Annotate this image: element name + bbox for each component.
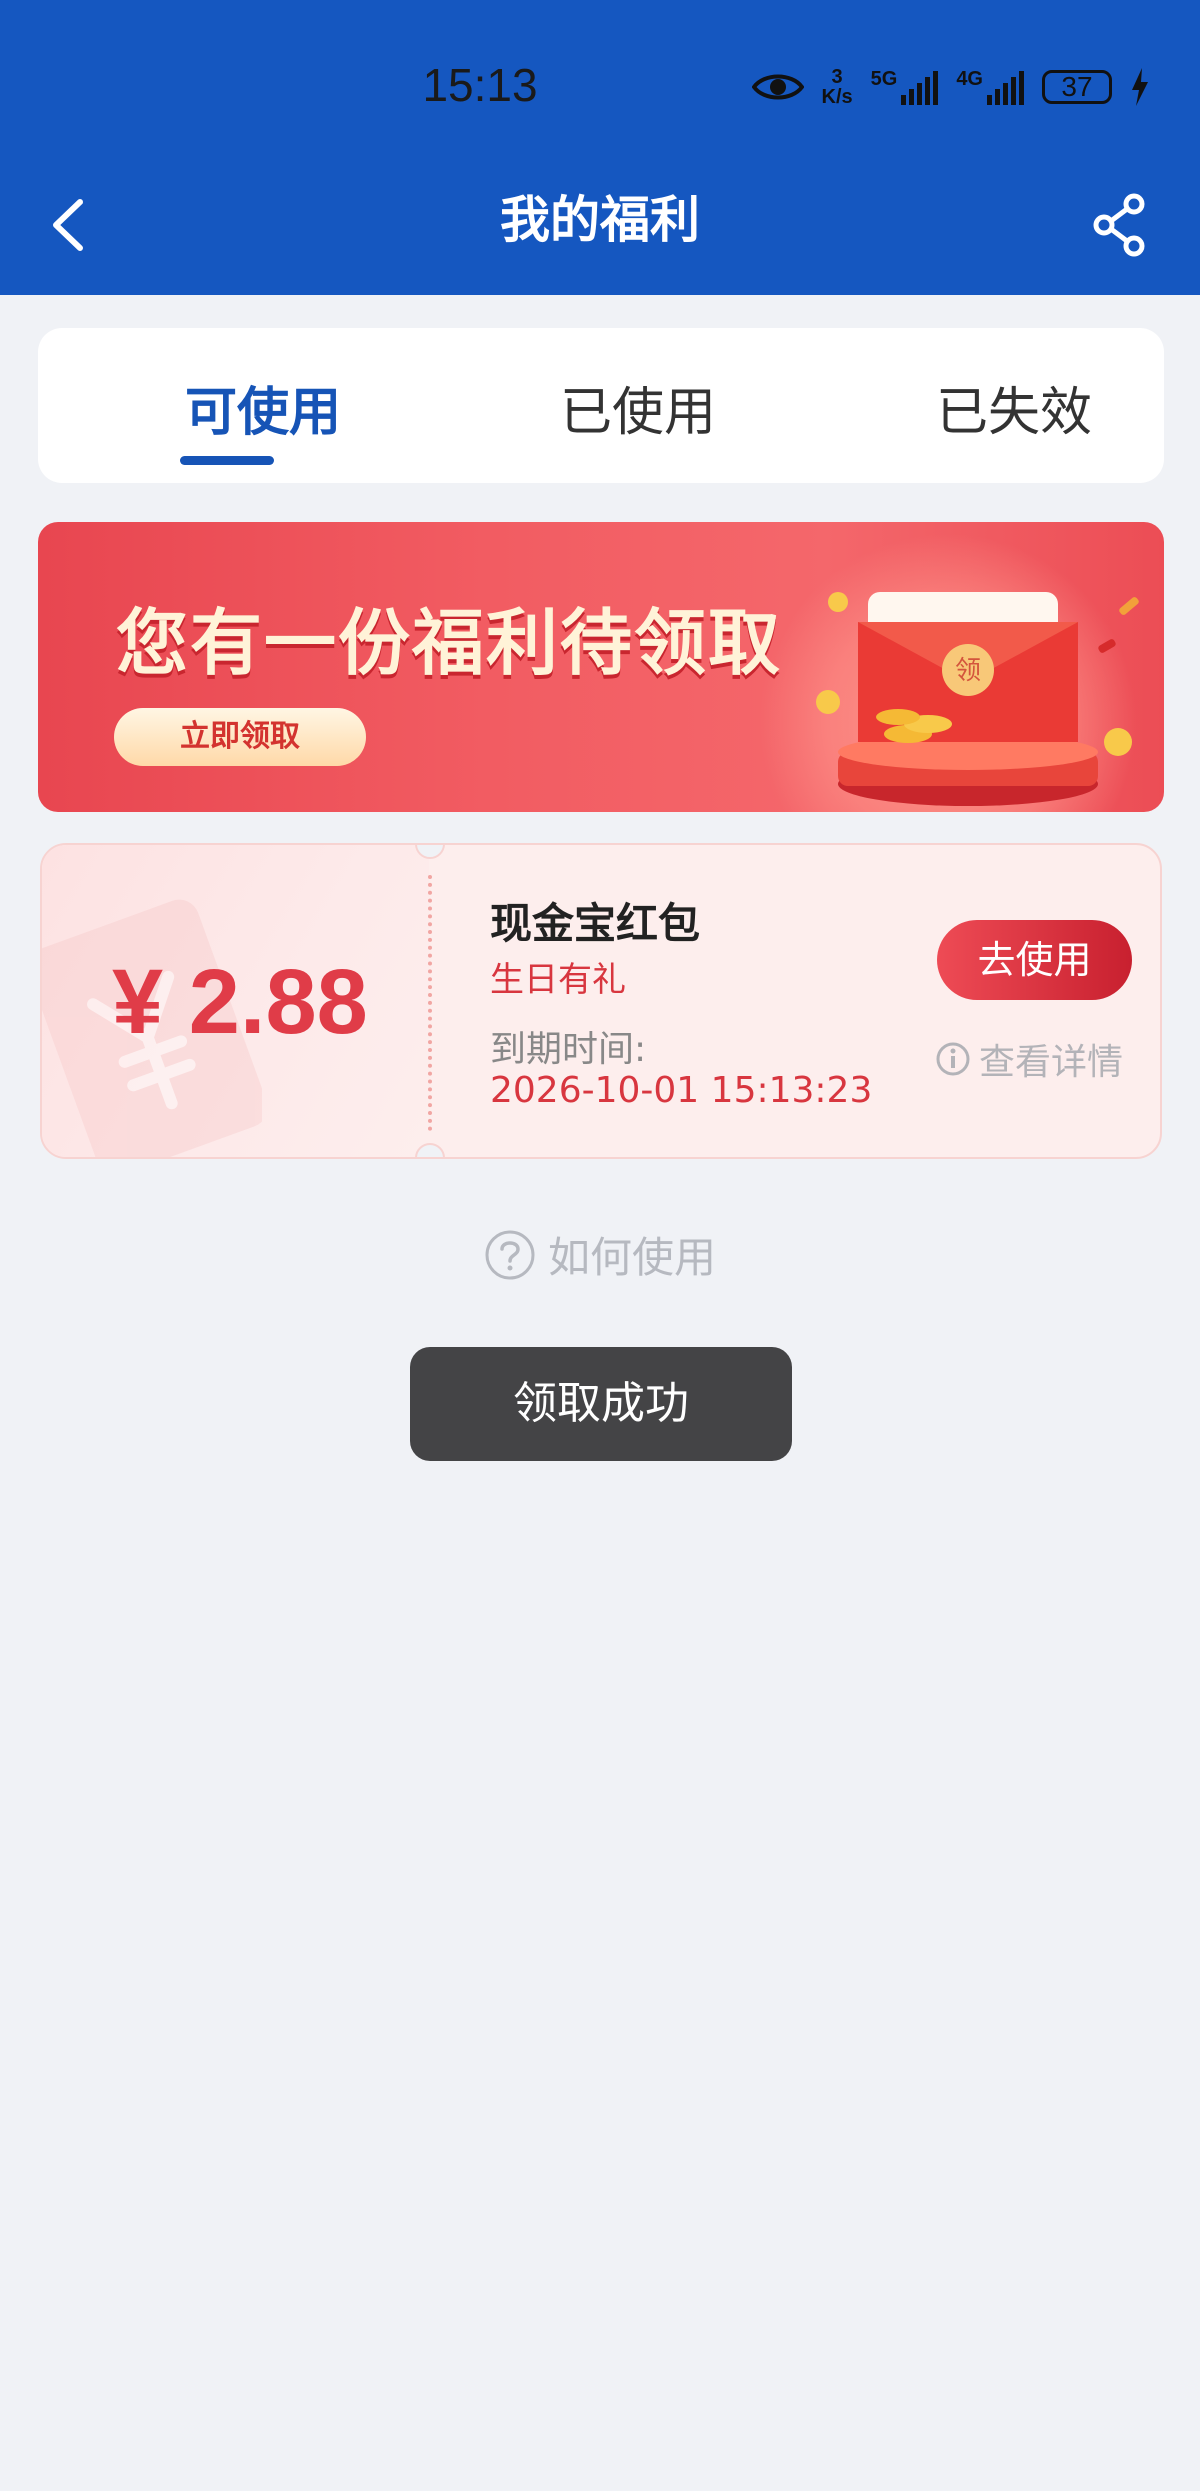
signal-bars-icon [987,69,1024,105]
how-to-use-label: 如何使用 [547,1233,716,1282]
active-tab-indicator [180,456,274,465]
view-details-label: 查看详情 [979,1042,1124,1083]
expiry-value: 2026-10-01 15:13:23 [490,1070,873,1111]
toast-message: 领取成功 [410,1347,792,1461]
info-icon [936,1042,970,1076]
app-header: 15:13 3 K/s 5G 4G 37 我的福利 [0,0,1200,295]
tab-bar: 可使用 已使用 已失效 [38,328,1164,483]
status-icons: 3 K/s 5G 4G 37 [751,62,1151,112]
share-icon[interactable] [1090,190,1150,260]
view-details-link[interactable]: 查看详情 [935,1033,1123,1085]
question-icon [485,1230,535,1279]
coupon-name: 现金宝红包 [490,899,701,948]
tab-expired[interactable]: 已失效 [864,370,1164,445]
claim-now-button[interactable]: 立即领取 [114,708,366,766]
tab-used[interactable]: 已使用 [488,370,788,445]
how-to-use-link[interactable]: 如何使用 [0,1224,1200,1285]
tab-available[interactable]: 可使用 [113,370,413,445]
envelope-char: 领 [955,656,981,686]
charging-icon [1132,68,1148,106]
signal-bars-icon [901,69,939,105]
coupon-divider [428,875,432,1131]
signal-5g: 5G [871,69,939,105]
use-coupon-button[interactable]: 去使用 [937,920,1132,1000]
coupon-subtitle: 生日有礼 [490,960,626,1000]
coupon-amount: ¥ 2.88 [112,951,368,1053]
status-time: 15:13 [422,59,538,111]
signal-4g: 4G [956,69,1024,105]
battery-indicator: 37 [1042,70,1112,104]
network-speed: 3 K/s [821,66,853,108]
expiry-label: 到期时间: [490,1029,647,1070]
promo-banner[interactable]: 您有一份福利待领取 立即领取 领 [38,522,1164,812]
banner-title: 您有一份福利待领取 [116,601,783,685]
coupon-card[interactable]: ¥ 2.88 现金宝红包 生日有礼 到期时间: 2026-10-01 15:13… [40,843,1162,1159]
page-title: 我的福利 [500,191,700,249]
red-envelope-illustration: 领 [816,592,1139,806]
eye-icon [751,74,804,100]
